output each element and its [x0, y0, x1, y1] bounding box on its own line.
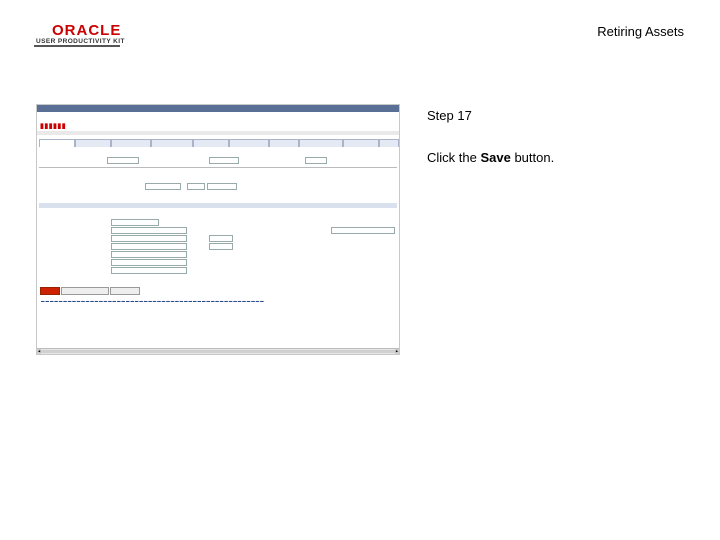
app-input[interactable]	[111, 219, 159, 226]
app-input[interactable]	[107, 157, 139, 164]
app-input[interactable]	[209, 235, 233, 242]
app-section-header	[39, 203, 397, 208]
logo-underline	[34, 45, 120, 47]
app-input[interactable]	[209, 157, 239, 164]
app-horizontal-scrollbar[interactable]: ◀ ▶	[37, 348, 399, 354]
app-page-links: ▬ ▬ ▬ ▬ ▬ ▬ ▬ ▬ ▬ ▬ ▬ ▬ ▬ ▬ ▬ ▬ ▬ ▬ ▬ ▬ …	[41, 299, 264, 303]
scroll-thumb[interactable]	[41, 350, 395, 353]
app-toolbar-button[interactable]	[61, 287, 109, 295]
app-input[interactable]	[305, 157, 327, 164]
scroll-right-icon[interactable]: ▶	[395, 349, 399, 354]
app-tab[interactable]	[151, 139, 193, 147]
app-tab[interactable]	[379, 139, 399, 147]
app-toolbar-button[interactable]	[110, 287, 140, 295]
oracle-logo: ORACLE	[52, 22, 122, 39]
app-input[interactable]	[331, 227, 395, 234]
app-tab-strip	[39, 139, 399, 147]
app-tab[interactable]	[343, 139, 379, 147]
app-tab-active[interactable]	[39, 139, 75, 147]
logo-subtitle: USER PRODUCTIVITY KIT	[36, 38, 125, 45]
app-input[interactable]	[111, 259, 187, 266]
app-menu-bar	[37, 131, 399, 135]
step-label: Step 17	[427, 108, 472, 123]
page-title: Retiring Assets	[597, 24, 684, 39]
app-input[interactable]	[209, 243, 233, 250]
app-input[interactable]	[111, 251, 187, 258]
app-input[interactable]	[111, 267, 187, 274]
app-top-bar	[37, 105, 399, 112]
save-button[interactable]	[40, 287, 60, 295]
app-tab[interactable]	[299, 139, 343, 147]
app-logo: ▮▮▮▮▮▮	[40, 123, 67, 130]
app-input[interactable]	[145, 183, 181, 190]
application-screenshot: ▮▮▮▮▮▮ ▬ ▬ ▬ ▬ ▬ ▬ ▬ ▬ ▬ ▬ ▬ ▬ ▬ ▬ ▬ ▬ ▬…	[36, 104, 400, 355]
app-tab[interactable]	[111, 139, 151, 147]
app-input[interactable]	[111, 243, 187, 250]
app-input[interactable]	[111, 227, 187, 234]
app-tab[interactable]	[193, 139, 229, 147]
app-tab[interactable]	[75, 139, 111, 147]
app-input[interactable]	[207, 183, 237, 190]
app-input[interactable]	[187, 183, 205, 190]
app-tab[interactable]	[229, 139, 269, 147]
save-keyword: Save	[480, 150, 511, 165]
app-input[interactable]	[111, 235, 187, 242]
app-divider	[39, 167, 397, 168]
instruction-text: Click the Save button.	[427, 150, 555, 165]
app-tab[interactable]	[269, 139, 299, 147]
